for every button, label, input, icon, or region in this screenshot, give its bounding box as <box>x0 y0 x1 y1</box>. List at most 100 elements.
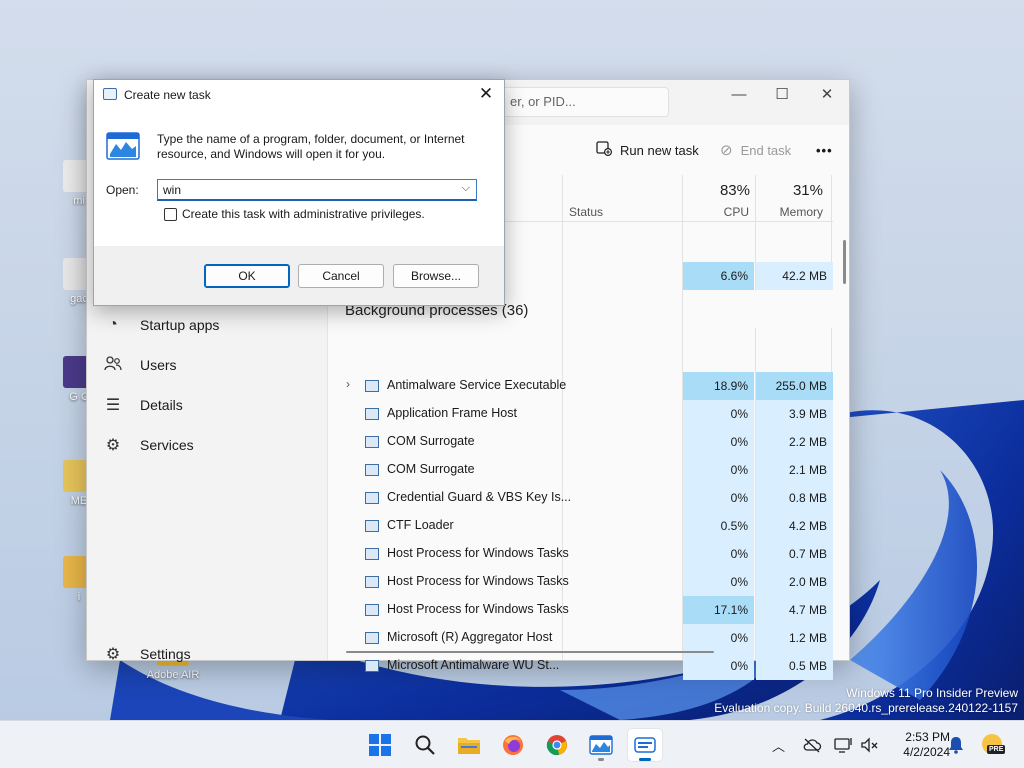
close-icon: ✕ <box>820 86 834 103</box>
open-combobox[interactable]: win ⌵ <box>157 179 477 201</box>
horizontal-scrollbar[interactable] <box>346 651 714 653</box>
desktop-icon-label: mi <box>73 195 85 207</box>
minimize-button[interactable]: — <box>717 84 761 108</box>
memory-total-percent[interactable]: 31% <box>768 182 823 199</box>
file-explorer-button[interactable] <box>452 729 486 761</box>
table-row[interactable]: Credential Guard & VBS Key Is... 0% 0.8 MB <box>328 484 833 512</box>
display-status-button[interactable] <box>834 721 854 768</box>
table-row[interactable]: COM Surrogate 0% 2.1 MB <box>328 456 833 484</box>
close-button[interactable]: ✕ <box>805 84 849 108</box>
memory-cell: 3.9 MB <box>756 400 833 428</box>
chrome-icon <box>546 735 567 756</box>
clock-button[interactable]: 2:53 PM 4/2/2024 <box>890 730 950 760</box>
maximize-button[interactable]: ☐ <box>760 84 804 108</box>
memory-cell: 2.0 MB <box>756 568 833 596</box>
dialog-body: Type the name of a program, folder, docu… <box>94 110 504 246</box>
search-button[interactable] <box>408 729 442 761</box>
sidebar-item-settings[interactable]: ⚙ Settings <box>97 637 317 671</box>
table-row[interactable]: COM Surrogate 0% 2.2 MB <box>328 428 833 456</box>
dialog-close-button[interactable]: ✕ <box>474 83 498 107</box>
browse-label: Browse... <box>410 269 461 283</box>
chrome-button[interactable] <box>540 729 574 761</box>
file-explorer-icon <box>458 738 480 754</box>
task-manager-button[interactable] <box>584 729 618 761</box>
monitor-icon <box>834 738 852 753</box>
table-row[interactable]: Host Process for Windows Tasks 17.1% 4.7 M… <box>328 596 833 624</box>
table-row[interactable]: Microsoft Antimalware WU St... 0% 0.5 MB <box>328 652 833 680</box>
firefox-button[interactable] <box>496 729 530 761</box>
cpu-percent-value: 83% <box>719 182 750 199</box>
run-dialog-taskbar-button[interactable] <box>628 729 662 761</box>
dialog-title-bar[interactable]: Create new task ✕ <box>94 80 504 110</box>
desktop-icon-label: i <box>77 591 81 603</box>
show-hidden-icons-button[interactable]: ︿ <box>772 721 785 768</box>
memory-value: 2.1 MB <box>788 463 827 477</box>
run-new-task-button[interactable]: Run new task <box>596 139 699 161</box>
memory-cell: 2.2 MB <box>756 428 833 456</box>
table-row[interactable]: CTF Loader 0.5% 4.2 MB <box>328 512 833 540</box>
volume-button[interactable] <box>860 721 880 768</box>
memory-value: 255.0 MB <box>775 379 827 393</box>
sidebar-item-startup-apps[interactable]: ◔ Startup apps <box>97 308 317 342</box>
table-row[interactable]: Microsoft (R) Aggregator Host 0% 1.2 MB <box>328 624 833 652</box>
start-button[interactable] <box>363 729 397 761</box>
process-icon <box>365 604 379 616</box>
cpu-cell: 0% <box>683 540 754 568</box>
sidebar-item-services[interactable]: ⚙ Services <box>97 428 317 462</box>
cpu-cell: 0% <box>683 400 754 428</box>
dialog-description: Type the name of a program, folder, docu… <box>157 132 465 161</box>
process-icon <box>365 408 379 420</box>
column-header-status[interactable]: Status <box>569 205 603 219</box>
cpu-total-percent[interactable]: 83% <box>698 182 750 199</box>
cancel-label: Cancel <box>322 269 360 283</box>
cpu-cell: 0% <box>683 568 754 596</box>
cpu-value: 0% <box>730 547 748 561</box>
table-row[interactable]: › Antimalware Service Executable 18.9% 255.… <box>328 372 833 400</box>
sidebar-item-details[interactable]: ☰ Details <box>97 388 317 422</box>
process-name: Microsoft (R) Aggregator Host <box>387 630 553 644</box>
checkbox-box[interactable] <box>164 207 177 221</box>
start-icon <box>369 734 391 756</box>
clock-date: 4/2/2024 <box>903 745 950 759</box>
memory-cell: 255.0 MB <box>756 372 833 400</box>
chevron-right-icon[interactable]: › <box>346 377 350 391</box>
network-status-button[interactable] <box>802 721 822 768</box>
column-header-memory[interactable]: Memory <box>768 205 823 219</box>
admin-privileges-checkbox[interactable]: Create this task with administrative pri… <box>164 207 425 221</box>
open-label: Open: <box>106 183 139 197</box>
table-row[interactable]: Host Process for Windows Tasks 0% 0.7 MB <box>328 540 833 568</box>
close-icon: ✕ <box>478 84 494 103</box>
active-indicator <box>639 758 651 761</box>
search-input[interactable]: er, or PID... <box>499 87 669 117</box>
memory-value: 0.5 MB <box>788 659 827 673</box>
dialog-title: Create new task <box>124 88 211 102</box>
run-new-task-label: Run new task <box>620 142 699 158</box>
process-name: COM Surrogate <box>387 462 475 476</box>
end-task-button[interactable]: ⊘ End task <box>720 139 791 161</box>
chevron-down-icon[interactable]: ⌵ <box>462 182 470 195</box>
cpu-cell: 18.9% <box>683 372 754 400</box>
bell-icon <box>949 737 963 754</box>
watermark-line-1: Windows 11 Pro Insider Preview <box>846 686 1018 700</box>
insider-preview-button[interactable]: PRE <box>980 721 1006 768</box>
browse-button[interactable]: Browse... <box>393 264 479 288</box>
ok-button[interactable]: OK <box>204 264 290 288</box>
cpu-value: 0% <box>730 491 748 505</box>
task-manager-icon <box>589 735 613 755</box>
sidebar-item-label: Users <box>140 357 177 373</box>
vertical-scrollbar[interactable] <box>843 240 846 284</box>
column-header-cpu[interactable]: CPU <box>698 205 749 219</box>
cpu-cell: 17.1% <box>683 596 754 624</box>
cancel-button[interactable]: Cancel <box>298 264 384 288</box>
notifications-button[interactable] <box>948 721 964 768</box>
process-icon <box>365 576 379 588</box>
process-icon <box>365 464 379 476</box>
process-icon <box>365 380 379 392</box>
process-name: Host Process for Windows Tasks <box>387 574 569 588</box>
cpu-cell: 0% <box>683 456 754 484</box>
table-row[interactable]: Application Frame Host 0% 3.9 MB <box>328 400 833 428</box>
more-options-button[interactable]: ••• <box>816 139 833 161</box>
sidebar-item-users[interactable]: Users <box>97 348 317 382</box>
clock-time: 2:53 PM <box>905 730 950 744</box>
table-row[interactable]: Host Process for Windows Tasks 0% 2.0 MB <box>328 568 833 596</box>
